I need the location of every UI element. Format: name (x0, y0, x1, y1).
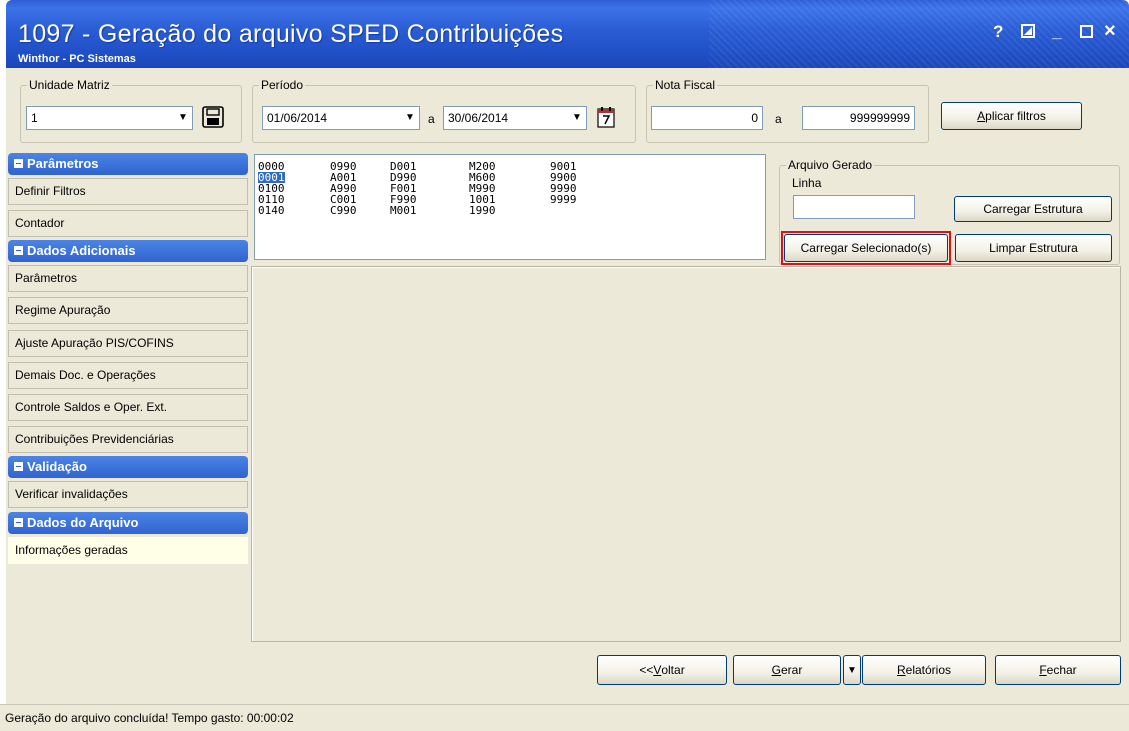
unidade-matriz-value: 1 (31, 111, 38, 125)
floppy-disk-icon (202, 106, 224, 128)
sidebar-item-informacoes-geradas[interactable]: Informações geradas (8, 537, 248, 564)
arquivo-gerado-label: Arquivo Gerado (786, 158, 875, 172)
linha-label: Linha (792, 176, 822, 190)
carregar-estrutura-button[interactable]: Carregar Estrutura (954, 196, 1112, 222)
list-item[interactable]: 1990 (469, 205, 496, 216)
nota-fiscal-to-value: 999999999 (849, 111, 910, 125)
registros-list[interactable]: 0000 0001 0100 0110 0140 0990 A001 A990 … (254, 154, 766, 260)
periodo-start-value: 01/06/2014 (267, 111, 328, 125)
registros-col-4: M200 M600 M990 1001 1990 (469, 161, 496, 216)
periodo-label: Período (259, 78, 306, 92)
registros-col-5: 9001 9900 9990 9999 (550, 161, 577, 205)
window-title: 1097 - Geração do arquivo SPED Contribui… (18, 20, 564, 48)
status-bar: Geração do arquivo concluída! Tempo gast… (0, 704, 1129, 731)
section-validacao[interactable]: Validação (8, 456, 248, 478)
nota-fiscal-separator: a (775, 112, 782, 126)
periodo-separator: a (428, 112, 435, 126)
help-icon[interactable]: ? (993, 22, 1003, 42)
section-dados-arquivo[interactable]: Dados do Arquivo (8, 512, 248, 534)
list-item[interactable]: 0140 (258, 205, 285, 216)
maximize-icon[interactable] (1080, 23, 1093, 43)
collapse-icon (14, 462, 23, 471)
content-panel (251, 266, 1121, 642)
restore-icon[interactable] (1021, 23, 1035, 43)
nota-fiscal-from-value: 0 (751, 111, 758, 125)
voltar-button[interactable]: << Voltar (597, 655, 727, 685)
close-icon[interactable]: × (1104, 20, 1116, 43)
periodo-end-field[interactable]: 30/06/2014 ▼ (443, 106, 587, 130)
section-dados-adicionais[interactable]: Dados Adicionais (8, 240, 248, 262)
registros-col-1: 0000 0001 0100 0110 0140 (258, 161, 285, 216)
chevron-down-icon[interactable]: ▼ (174, 107, 192, 129)
registros-col-3: D001 D990 F001 F990 M001 (390, 161, 417, 216)
carregar-selecionados-button[interactable]: Carregar Selecionado(s) (784, 234, 948, 262)
save-button[interactable] (200, 104, 226, 130)
sidebar-item-ajuste-apuracao[interactable]: Ajuste Apuração PIS/COFINS (8, 330, 248, 357)
unidade-matriz-label: Unidade Matriz (27, 78, 112, 92)
periodo-end-value: 30/06/2014 (448, 111, 509, 125)
gerar-button[interactable]: Gerar (733, 655, 841, 685)
sidebar-item-parametros[interactable]: Parâmetros (8, 265, 248, 292)
relatorios-button[interactable]: Relatórios (862, 655, 986, 685)
sidebar-item-definir-filtros[interactable]: Definir Filtros (8, 178, 248, 205)
list-item[interactable]: M001 (390, 205, 417, 216)
chevron-down-icon[interactable]: ▼ (401, 107, 419, 129)
calendar-icon (597, 107, 615, 128)
list-item[interactable]: C990 (330, 205, 357, 216)
sidebar-item-contador[interactable]: Contador (8, 210, 248, 237)
sidebar-item-regime-apuracao[interactable]: Regime Apuração (8, 297, 248, 324)
chevron-down-icon[interactable]: ▼ (568, 107, 586, 129)
gerar-dropdown-button[interactable]: ▼ (843, 655, 861, 685)
linha-input[interactable] (793, 195, 915, 219)
title-bar: 1097 - Geração do arquivo SPED Contribui… (6, 0, 1129, 68)
collapse-icon (14, 246, 23, 255)
nota-fiscal-to-field[interactable]: 999999999 (802, 106, 915, 130)
registros-col-2: 0990 A001 A990 C001 C990 (330, 161, 357, 216)
sidebar-item-verificar-invalidacoes[interactable]: Verificar invalidações (8, 481, 248, 508)
calendar-button[interactable] (593, 104, 619, 130)
collapse-icon (14, 159, 23, 168)
limpar-estrutura-button[interactable]: Limpar Estrutura (955, 234, 1112, 262)
list-item[interactable]: 9999 (550, 194, 577, 205)
nota-fiscal-from-field[interactable]: 0 (651, 106, 763, 130)
aplicar-filtros-button[interactable]: Aplicar filtros (941, 102, 1082, 130)
sidebar-item-controle-saldos[interactable]: Controle Saldos e Oper. Ext. (8, 394, 248, 421)
fechar-button[interactable]: Fechar (995, 655, 1121, 685)
unidade-matriz-select[interactable]: 1 ▼ (26, 106, 193, 130)
sidebar-item-contribuicoes-prev[interactable]: Contribuições Previdenciárias (8, 426, 248, 453)
nota-fiscal-label: Nota Fiscal (653, 78, 718, 92)
window-subtitle: Winthor - PC Sistemas (18, 53, 136, 65)
periodo-start-field[interactable]: 01/06/2014 ▼ (262, 106, 420, 130)
chevron-down-icon: ▼ (847, 664, 857, 676)
sidebar-item-demais-doc[interactable]: Demais Doc. e Operações (8, 362, 248, 389)
minimize-icon[interactable]: _ (1052, 22, 1061, 42)
collapse-icon (14, 518, 23, 527)
section-parametros[interactable]: Parâmetros (8, 153, 248, 175)
